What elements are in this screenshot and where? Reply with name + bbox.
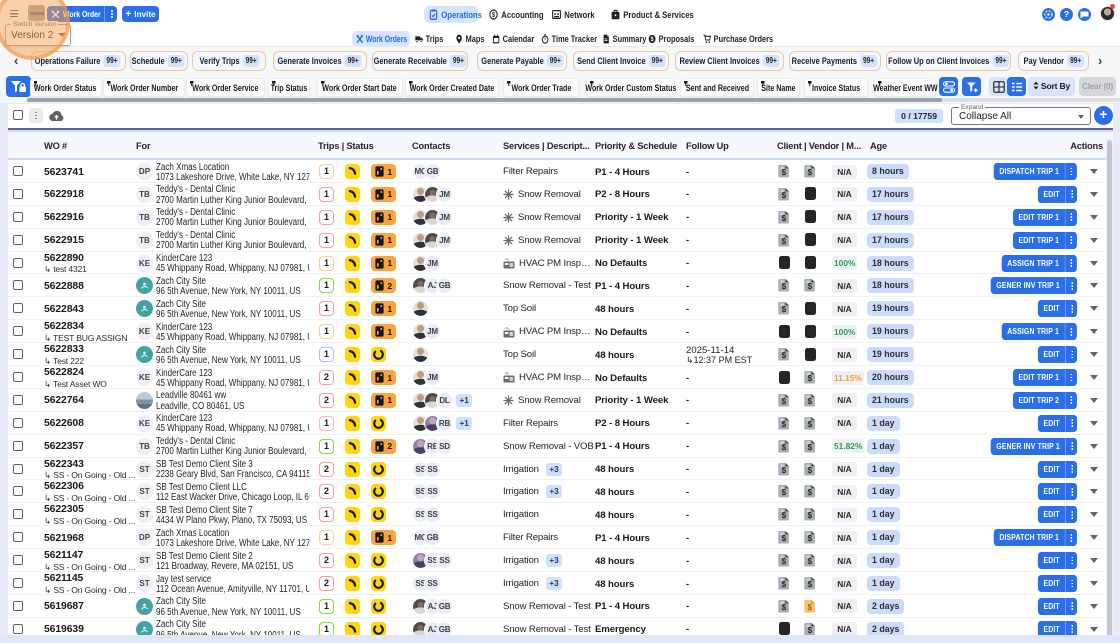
svg-text:$: $ bbox=[782, 168, 787, 177]
svg-text:$: $ bbox=[808, 374, 813, 383]
svg-text:$: $ bbox=[808, 603, 813, 612]
svg-text:$: $ bbox=[782, 283, 787, 292]
svg-text:$: $ bbox=[782, 237, 787, 246]
svg-text:$: $ bbox=[808, 397, 813, 406]
svg-text:·²‰: ·²‰ bbox=[504, 257, 510, 261]
svg-text:$: $ bbox=[808, 580, 813, 589]
svg-text:·²‰: ·²‰ bbox=[504, 326, 510, 330]
svg-text:$: $ bbox=[808, 466, 813, 475]
svg-text:$: $ bbox=[782, 466, 787, 475]
svg-text:$: $ bbox=[782, 420, 787, 429]
svg-text:$: $ bbox=[782, 489, 787, 498]
svg-text:$: $ bbox=[808, 283, 813, 292]
svg-text:$: $ bbox=[782, 397, 787, 406]
svg-text:$: $ bbox=[808, 168, 813, 177]
svg-text:$: $ bbox=[808, 512, 813, 521]
svg-text:$: $ bbox=[808, 534, 813, 543]
svg-text:$: $ bbox=[782, 306, 787, 315]
svg-text:$: $ bbox=[782, 191, 787, 200]
svg-text:$: $ bbox=[808, 557, 813, 566]
svg-text:$: $ bbox=[808, 443, 813, 452]
svg-text:$: $ bbox=[782, 443, 787, 452]
svg-text:$: $ bbox=[808, 626, 813, 635]
svg-text:$: $ bbox=[808, 489, 813, 498]
svg-text:$: $ bbox=[782, 534, 787, 543]
svg-text:$: $ bbox=[782, 603, 787, 612]
svg-text:$: $ bbox=[808, 420, 813, 429]
svg-text:$: $ bbox=[492, 11, 496, 19]
svg-text:$: $ bbox=[782, 557, 787, 566]
svg-text:·²‰: ·²‰ bbox=[504, 372, 510, 376]
svg-text:$: $ bbox=[782, 214, 787, 223]
svg-text:$: $ bbox=[782, 580, 787, 589]
svg-text:$: $ bbox=[782, 351, 787, 360]
svg-text:$: $ bbox=[782, 512, 787, 521]
